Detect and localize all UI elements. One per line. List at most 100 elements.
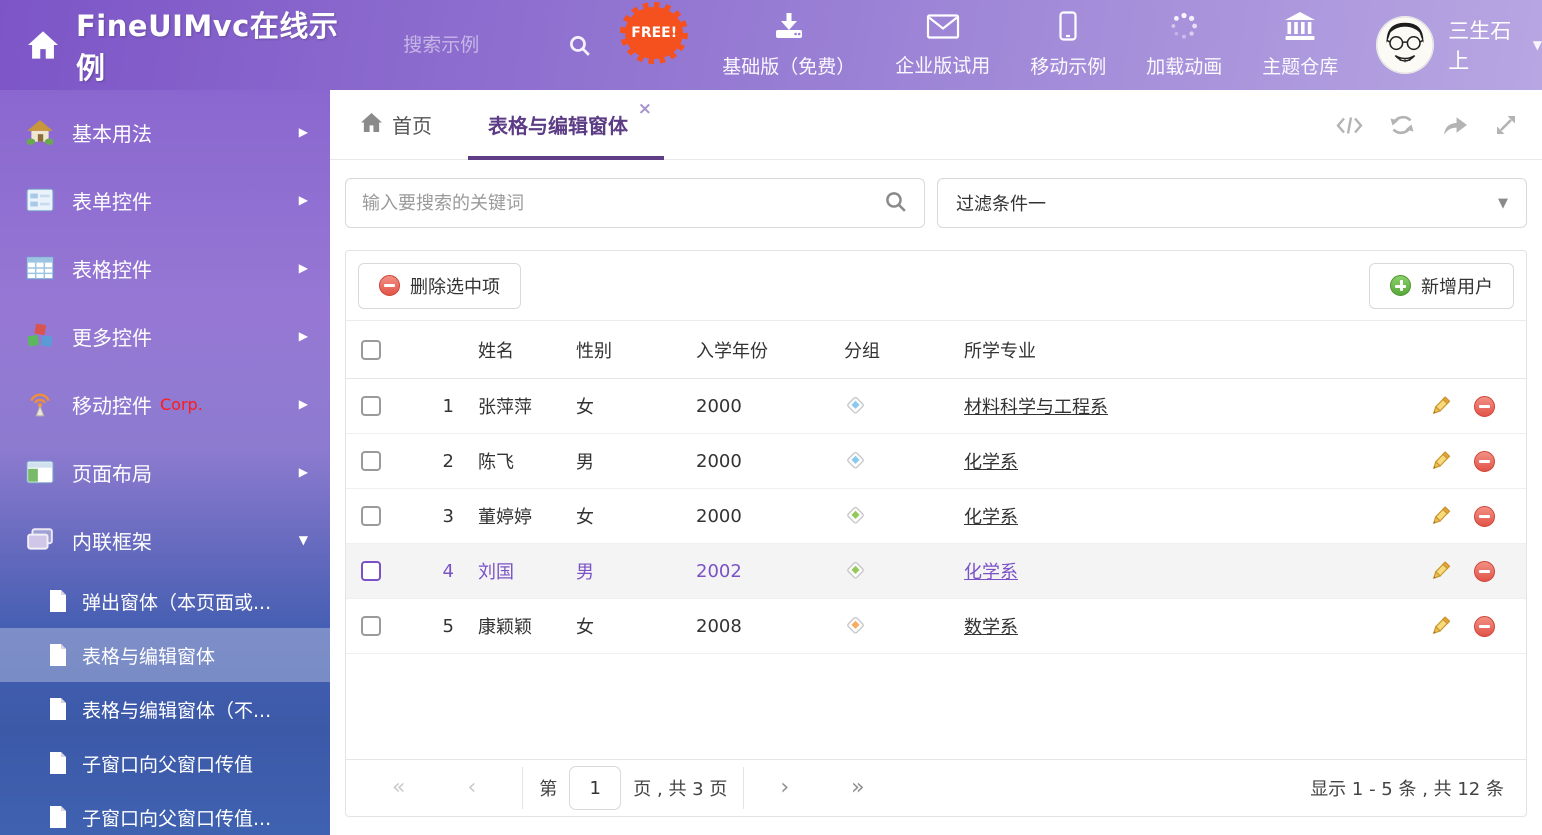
close-icon[interactable]: ×: [638, 99, 652, 119]
row-checkbox[interactable]: [361, 616, 381, 636]
filter-dropdown[interactable]: 过滤条件一 ▼: [937, 178, 1527, 228]
next-page-icon[interactable]: ›: [780, 777, 789, 799]
row-number: 3: [396, 506, 454, 527]
cell-name: 康颖颖: [454, 613, 572, 639]
sidebar-subitem-child-to-parent-2[interactable]: 子窗口向父窗口传值...: [0, 790, 330, 835]
row-number: 5: [396, 616, 454, 637]
nav-label: 加载动画: [1146, 52, 1222, 79]
tag-icon: [844, 447, 867, 475]
chevron-right-icon: ▶: [299, 397, 308, 411]
prev-page-icon[interactable]: ‹: [467, 777, 476, 799]
add-user-button[interactable]: 新增用户: [1369, 263, 1514, 309]
nav-item-basic-edition[interactable]: 基础版（免费）: [722, 11, 855, 79]
file-icon: [48, 589, 68, 613]
edit-pencil-icon[interactable]: [1428, 449, 1452, 473]
major-link[interactable]: 化学系: [964, 452, 1018, 473]
top-header: FineUIMvc在线示例 FREE! 基础版（免费） 企业版试用 移动示例: [0, 0, 1542, 90]
chevron-down-icon: ▼: [299, 533, 308, 547]
tag-icon: [844, 557, 867, 585]
sidebar-item-more-controls[interactable]: 更多控件 ▶: [0, 302, 330, 370]
nav-label: 企业版试用: [895, 51, 990, 78]
minus-circle-icon: [379, 275, 400, 296]
header-search: [403, 33, 592, 58]
edit-pencil-icon[interactable]: [1428, 614, 1452, 638]
tab-label: 表格与编辑窗体: [488, 110, 628, 139]
sidebar-item-form-controls[interactable]: 表单控件 ▶: [0, 166, 330, 234]
sidebar-subitem-label: 表格与编辑窗体（不...: [82, 696, 271, 723]
search-icon[interactable]: [567, 33, 592, 58]
page-number-input[interactable]: [569, 766, 621, 810]
sidebar-item-label: 表格控件: [72, 254, 152, 283]
grid-search-input[interactable]: [362, 193, 883, 214]
sidebar-subitem-label: 弹出窗体（本页面或...: [82, 588, 271, 615]
sidebar-item-mobile-controls[interactable]: 移动控件 Corp. ▶: [0, 370, 330, 438]
username: 三生石上: [1448, 15, 1524, 75]
nav-item-theme-repo[interactable]: 主题仓库: [1262, 11, 1338, 79]
share-icon[interactable]: [1441, 114, 1468, 137]
table-row-selected: 4 刘国 男 2002 化学系: [346, 544, 1526, 599]
sidebar-item-grid-controls[interactable]: 表格控件 ▶: [0, 234, 330, 302]
delete-selected-button[interactable]: 删除选中项: [358, 263, 521, 309]
layout-icon: [26, 458, 54, 486]
major-link[interactable]: 材料科学与工程系: [964, 397, 1108, 418]
edit-pencil-icon[interactable]: [1428, 394, 1452, 418]
last-page-icon[interactable]: »: [851, 777, 864, 799]
sidebar-item-page-layout[interactable]: 页面布局 ▶: [0, 438, 330, 506]
nav-label: 基础版（免费）: [722, 52, 855, 79]
major-link[interactable]: 数学系: [964, 617, 1018, 638]
delete-row-icon[interactable]: [1474, 561, 1495, 582]
user-menu[interactable]: 三生石上 ▼: [1376, 15, 1542, 75]
nav-item-mobile-demo[interactable]: 移动示例: [1030, 11, 1106, 79]
antenna-icon: [26, 390, 54, 418]
cell-gender: 女: [572, 503, 692, 529]
cell-year: 2000: [692, 451, 840, 472]
delete-row-icon[interactable]: [1474, 506, 1495, 527]
row-checkbox[interactable]: [361, 561, 381, 581]
edit-pencil-icon[interactable]: [1428, 504, 1452, 528]
cell-name: 刘国: [454, 558, 572, 584]
col-header-year: 入学年份: [692, 337, 840, 363]
add-user-label: 新增用户: [1421, 273, 1493, 299]
cell-year: 2002: [692, 561, 840, 582]
row-checkbox[interactable]: [361, 451, 381, 471]
major-link[interactable]: 化学系: [964, 562, 1018, 583]
delete-row-icon[interactable]: [1474, 451, 1495, 472]
frames-icon: [26, 526, 54, 554]
select-all-checkbox[interactable]: [361, 340, 381, 360]
nav-item-loading-animation[interactable]: 加载动画: [1146, 11, 1222, 79]
refresh-icon[interactable]: [1389, 113, 1415, 137]
edit-pencil-icon[interactable]: [1428, 559, 1452, 583]
tab-home[interactable]: 首页: [360, 110, 432, 139]
chevron-right-icon: ▶: [299, 261, 308, 275]
nav-item-enterprise-trial[interactable]: 企业版试用: [895, 13, 990, 78]
sidebar-item-label: 基本用法: [72, 118, 152, 147]
sidebar-item-iframe[interactable]: 内联框架 ▼: [0, 506, 330, 574]
bank-icon: [1283, 11, 1317, 45]
major-link[interactable]: 化学系: [964, 507, 1018, 528]
sidebar: 基本用法 ▶ 表单控件 ▶ 表格控件 ▶ 更多控件 ▶ 移动控件 Corp. ▶: [0, 90, 330, 835]
sidebar-subitem-grid-edit-window[interactable]: 表格与编辑窗体: [0, 628, 330, 682]
delete-row-icon[interactable]: [1474, 396, 1495, 417]
sidebar-subitem-grid-edit-window-2[interactable]: 表格与编辑窗体（不...: [0, 682, 330, 736]
expand-icon[interactable]: [1494, 113, 1518, 137]
code-icon[interactable]: [1336, 114, 1363, 137]
sidebar-subitem-popup-window[interactable]: 弹出窗体（本页面或...: [0, 574, 330, 628]
search-icon[interactable]: [883, 189, 908, 218]
first-page-icon[interactable]: «: [392, 777, 405, 799]
row-checkbox[interactable]: [361, 506, 381, 526]
grid-search-box: [345, 178, 925, 228]
sidebar-item-basic-usage[interactable]: 基本用法 ▶: [0, 98, 330, 166]
tab-grid-edit-window[interactable]: 表格与编辑窗体 ×: [480, 90, 636, 160]
cubes-icon: [26, 322, 54, 350]
delete-row-icon[interactable]: [1474, 616, 1495, 637]
page-prefix: 第: [539, 775, 557, 801]
sidebar-subitem-child-to-parent[interactable]: 子窗口向父窗口传值: [0, 736, 330, 790]
brand-home-icon[interactable]: [26, 30, 60, 60]
row-checkbox[interactable]: [361, 396, 381, 416]
cell-gender: 男: [572, 448, 692, 474]
tab-toolbar: [1336, 90, 1518, 160]
sidebar-item-label: 更多控件: [72, 322, 152, 351]
header-search-input[interactable]: [403, 34, 553, 56]
cell-name: 张萍萍: [454, 393, 572, 419]
spinner-icon: [1169, 11, 1199, 45]
